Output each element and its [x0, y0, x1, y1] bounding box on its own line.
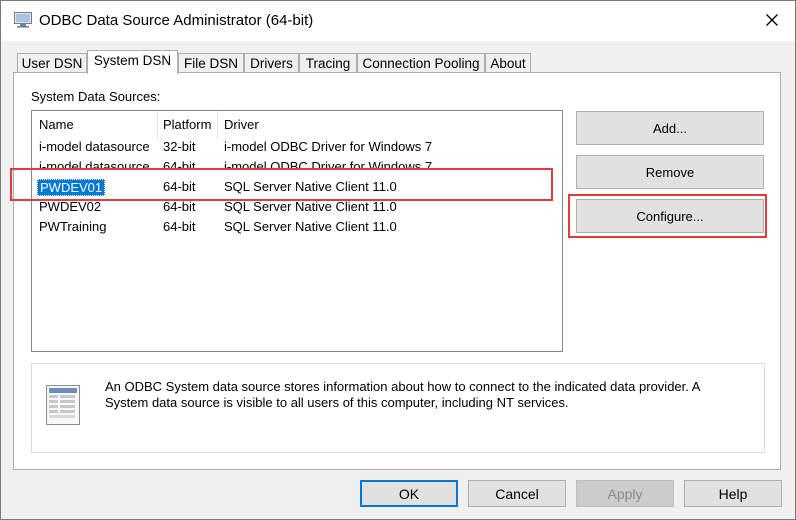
- data-source-document-icon: [43, 384, 83, 426]
- dsn-driver: i-model ODBC Driver for Windows 7: [224, 139, 433, 154]
- column-header-platform[interactable]: Platform: [163, 117, 211, 132]
- cancel-button[interactable]: Cancel: [468, 480, 566, 507]
- dsn-driver: SQL Server Native Client 11.0: [224, 219, 397, 234]
- apply-button[interactable]: Apply: [576, 480, 674, 507]
- info-box: An ODBC System data source stores inform…: [31, 363, 765, 453]
- dsn-driver: i-model ODBC Driver for Windows 7: [224, 159, 433, 169]
- dsn-name: PWDEV02: [39, 199, 102, 214]
- list-item[interactable]: PWDEV02 64-bit SQL Server Native Client …: [32, 197, 560, 217]
- dsn-name: PWDEV01: [37, 179, 106, 196]
- help-button[interactable]: Help: [684, 480, 782, 507]
- system-data-sources-label: System Data Sources:: [31, 89, 161, 104]
- system-dsn-panel: System Data Sources: Name Platform Drive…: [13, 72, 781, 470]
- close-button[interactable]: [749, 1, 795, 41]
- tab-tracing[interactable]: Tracing: [299, 53, 357, 72]
- dsn-name: PWTraining: [39, 219, 107, 234]
- list-item[interactable]: i-model datasource 32-bit i-model ODBC D…: [32, 137, 560, 157]
- title-bar: ODBC Data Source Administrator (64-bit): [1, 1, 795, 41]
- window-title: ODBC Data Source Administrator (64-bit): [39, 12, 314, 29]
- remove-button[interactable]: Remove: [576, 155, 764, 189]
- dsn-platform: 64-bit: [163, 179, 196, 194]
- dsn-name: i-model datasource: [39, 159, 150, 169]
- dsn-platform: 64-bit: [163, 199, 196, 214]
- ok-button[interactable]: OK: [360, 480, 458, 507]
- dsn-driver: SQL Server Native Client 11.0: [224, 179, 397, 194]
- odbc-app-icon: [14, 12, 32, 28]
- info-description: An ODBC System data source stores inform…: [105, 379, 700, 410]
- column-divider[interactable]: [217, 111, 218, 139]
- tab-user-dsn[interactable]: User DSN: [17, 53, 87, 72]
- system-data-sources-list[interactable]: Name Platform Driver i-model datasource …: [31, 110, 563, 352]
- close-icon: [766, 13, 778, 29]
- tab-about[interactable]: About: [485, 53, 531, 72]
- dsn-platform: 64-bit: [163, 219, 196, 234]
- list-item-selected[interactable]: PWDEV01 64-bit SQL Server Native Client …: [32, 177, 560, 197]
- dsn-platform: 64-bit: [163, 159, 196, 169]
- configure-button[interactable]: Configure...: [576, 199, 764, 233]
- tab-file-dsn[interactable]: File DSN: [178, 53, 244, 72]
- dsn-platform: 32-bit: [163, 139, 196, 154]
- odbc-window: ODBC Data Source Administrator (64-bit) …: [0, 0, 796, 520]
- tab-system-dsn[interactable]: System DSN: [87, 50, 178, 74]
- dsn-driver: SQL Server Native Client 11.0: [224, 199, 397, 214]
- tab-connection-pooling[interactable]: Connection Pooling: [357, 53, 485, 72]
- list-item[interactable]: PWTraining 64-bit SQL Server Native Clie…: [32, 217, 560, 237]
- column-divider[interactable]: [157, 111, 158, 139]
- column-header-name[interactable]: Name: [39, 117, 74, 132]
- list-item[interactable]: i-model datasource 64-bit i-model ODBC D…: [32, 157, 560, 169]
- tab-drivers[interactable]: Drivers: [244, 53, 299, 72]
- column-header-driver[interactable]: Driver: [224, 117, 259, 132]
- add-button[interactable]: Add...: [576, 111, 764, 145]
- dsn-name: i-model datasource: [39, 139, 150, 154]
